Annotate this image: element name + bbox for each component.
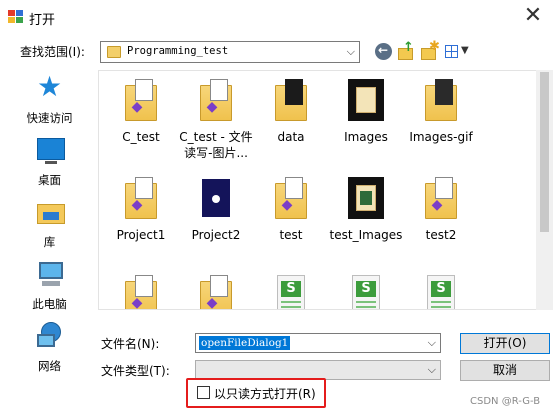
this-pc-icon bbox=[37, 262, 63, 288]
file-name: data bbox=[277, 130, 305, 144]
quick-access-star-icon: ★ bbox=[37, 70, 63, 103]
place-network[interactable]: 网络 bbox=[12, 318, 87, 378]
file-name: Project2 bbox=[191, 228, 241, 242]
vs-project-folder-icon: ◆ bbox=[123, 79, 159, 121]
library-icon bbox=[37, 200, 65, 226]
file-name: Images bbox=[344, 130, 388, 144]
file-name: test2 bbox=[425, 228, 457, 242]
readonly-checkbox[interactable] bbox=[197, 386, 210, 399]
filename-input[interactable]: openFileDialog1 ⌵ bbox=[195, 333, 441, 353]
folder-icon bbox=[423, 79, 459, 121]
place-desktop[interactable]: 桌面 bbox=[12, 132, 87, 192]
vertical-scrollbar[interactable] bbox=[536, 70, 553, 310]
filename-value: openFileDialog1 bbox=[199, 336, 291, 350]
excel-file-icon: S bbox=[423, 275, 459, 309]
title-bar: 打开 ✕ bbox=[0, 0, 553, 34]
place-label: 库 bbox=[43, 235, 56, 249]
file-item[interactable]: ◆ C_test bbox=[101, 73, 181, 153]
file-name: C_test - 文件 bbox=[179, 130, 253, 144]
file-name: Images-gif bbox=[409, 130, 473, 144]
file-item[interactable]: ◆ bbox=[176, 269, 256, 309]
network-icon bbox=[37, 322, 63, 350]
file-item[interactable]: ◆ test2 bbox=[401, 171, 481, 251]
file-item[interactable]: Images-gif bbox=[401, 73, 481, 153]
view-menu-button[interactable]: ▼ bbox=[443, 42, 473, 62]
file-item[interactable]: Images bbox=[326, 73, 406, 153]
vs-project-folder-icon: ◆ bbox=[423, 177, 459, 219]
vs-project-folder-icon: ◆ bbox=[198, 79, 234, 121]
open-button[interactable]: 打开(O) bbox=[460, 333, 550, 354]
vs-project-folder-icon: ◆ bbox=[123, 177, 159, 219]
photo-folder-icon bbox=[348, 79, 384, 121]
place-label: 此电脑 bbox=[32, 297, 67, 311]
place-this-pc[interactable]: 此电脑 bbox=[12, 256, 87, 316]
places-bar: ★ 快速访问 桌面 库 此电脑 网络 bbox=[12, 70, 87, 390]
file-item[interactable]: ◆ bbox=[101, 269, 181, 309]
up-folder-button[interactable]: ↑ bbox=[397, 40, 417, 62]
file-name-line2: 读写-图片... bbox=[184, 146, 248, 160]
file-item[interactable]: test_Images bbox=[326, 171, 406, 251]
file-list[interactable]: ◆ C_test ◆ C_test - 文件 读写-图片... data Ima… bbox=[98, 70, 542, 310]
lookin-label: 查找范围(I): bbox=[20, 45, 85, 59]
vs-project-folder-icon: ◆ bbox=[198, 275, 234, 309]
project-folder-icon bbox=[198, 177, 234, 219]
file-name: test bbox=[279, 228, 303, 242]
file-item[interactable]: S bbox=[251, 269, 331, 309]
place-library[interactable]: 库 bbox=[12, 194, 87, 254]
chevron-down-icon[interactable]: ⌵ bbox=[428, 336, 436, 350]
vs-project-folder-icon: ◆ bbox=[123, 275, 159, 309]
scrollbar-thumb[interactable] bbox=[540, 72, 549, 232]
file-name: C_test bbox=[122, 130, 160, 144]
file-item[interactable]: S bbox=[326, 269, 406, 309]
excel-file-icon: S bbox=[273, 275, 309, 309]
filetype-label: 文件类型(T): bbox=[101, 364, 170, 378]
file-item[interactable]: ◆ C_test - 文件 读写-图片... bbox=[176, 73, 256, 160]
file-item[interactable]: ◆ test bbox=[251, 171, 331, 251]
place-label: 快速访问 bbox=[26, 111, 73, 125]
cancel-button[interactable]: 取消 bbox=[460, 360, 550, 381]
place-label: 桌面 bbox=[38, 173, 61, 187]
folder-icon bbox=[107, 46, 121, 58]
file-item[interactable]: data bbox=[251, 73, 331, 153]
filetype-combo[interactable]: ⌵ bbox=[195, 360, 441, 380]
app-icon bbox=[8, 10, 24, 24]
window-title: 打开 bbox=[29, 13, 56, 28]
view-menu-icon bbox=[445, 45, 458, 58]
file-name: test_Images bbox=[329, 228, 403, 242]
lookin-value: Programming_test bbox=[127, 45, 229, 57]
back-button[interactable]: ← bbox=[374, 42, 394, 62]
close-button[interactable]: ✕ bbox=[516, 2, 550, 30]
readonly-label[interactable]: 以只读方式打开(R) bbox=[214, 385, 316, 402]
file-item[interactable]: Project2 bbox=[176, 171, 256, 251]
chevron-down-icon[interactable]: ⌵ bbox=[428, 363, 436, 377]
image-folder-icon bbox=[273, 79, 309, 121]
file-item[interactable]: S bbox=[401, 269, 481, 309]
watermark: CSDN @R-G-B bbox=[470, 396, 541, 407]
place-quick-access[interactable]: ★ 快速访问 bbox=[12, 70, 87, 130]
place-label: 网络 bbox=[38, 359, 61, 373]
file-name: Project1 bbox=[116, 228, 166, 242]
new-folder-button[interactable]: ✱ bbox=[420, 39, 440, 62]
vs-project-folder-icon: ◆ bbox=[273, 177, 309, 219]
filename-label: 文件名(N): bbox=[101, 337, 160, 351]
excel-file-icon: S bbox=[348, 275, 384, 309]
lookin-combo[interactable]: Programming_test ⌵ bbox=[100, 41, 360, 63]
dropdown-arrow-icon: ▼ bbox=[461, 45, 469, 56]
file-item[interactable]: ◆ Project1 bbox=[101, 171, 181, 251]
photo-folder-icon bbox=[348, 177, 384, 219]
desktop-icon bbox=[37, 138, 65, 164]
chevron-down-icon[interactable]: ⌵ bbox=[347, 45, 355, 59]
